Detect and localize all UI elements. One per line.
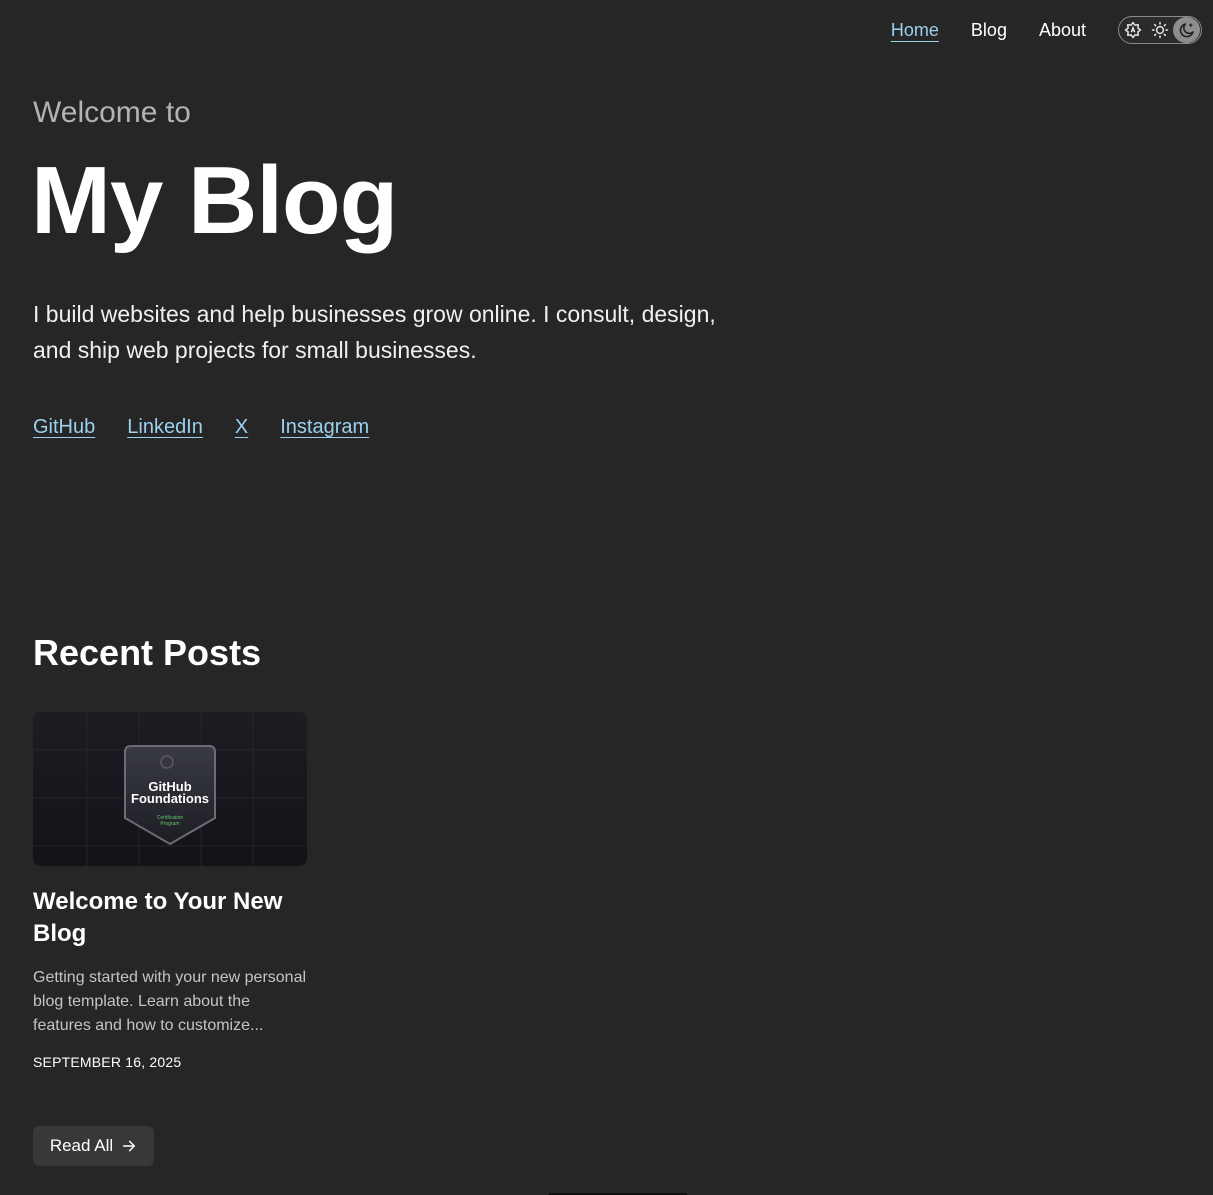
theme-toggle bbox=[1118, 16, 1202, 44]
instagram-link[interactable]: Instagram bbox=[280, 416, 369, 439]
recent-posts-heading: Recent Posts bbox=[33, 632, 262, 673]
social-links: GitHub LinkedIn X Instagram bbox=[33, 416, 369, 439]
badge-subtitle-line2: Program bbox=[160, 821, 180, 827]
post-card[interactable]: GitHub Foundations Certification Program… bbox=[33, 712, 307, 1070]
badge-title-line2: Foundations bbox=[131, 791, 209, 806]
nav-blog-link[interactable]: Blog bbox=[971, 14, 1007, 46]
github-link[interactable]: GitHub bbox=[33, 416, 95, 439]
nav-home-link[interactable]: Home bbox=[891, 14, 939, 46]
linkedin-link[interactable]: LinkedIn bbox=[127, 416, 203, 439]
moon-icon[interactable] bbox=[1173, 17, 1201, 43]
top-nav: Home Blog About bbox=[891, 14, 1202, 46]
page-title: My Blog bbox=[31, 147, 398, 254]
sun-icon[interactable] bbox=[1147, 17, 1174, 43]
auto-theme-icon[interactable] bbox=[1120, 17, 1147, 43]
read-all-button[interactable]: Read All bbox=[33, 1126, 154, 1166]
post-title[interactable]: Welcome to Your New Blog bbox=[33, 886, 307, 950]
read-all-label: Read All bbox=[49, 1136, 114, 1155]
bio-text: I build websites and help businesses gro… bbox=[33, 301, 716, 363]
post-date: September 16, 2025 bbox=[33, 1054, 182, 1070]
arrow-right-icon bbox=[123, 1140, 136, 1152]
post-thumbnail[interactable]: GitHub Foundations Certification Program bbox=[33, 712, 307, 866]
welcome-text: Welcome to bbox=[33, 96, 191, 129]
x-link[interactable]: X bbox=[235, 416, 248, 439]
post-excerpt: Getting started with your new personal b… bbox=[33, 969, 307, 1034]
nav-about-link[interactable]: About bbox=[1039, 14, 1086, 46]
